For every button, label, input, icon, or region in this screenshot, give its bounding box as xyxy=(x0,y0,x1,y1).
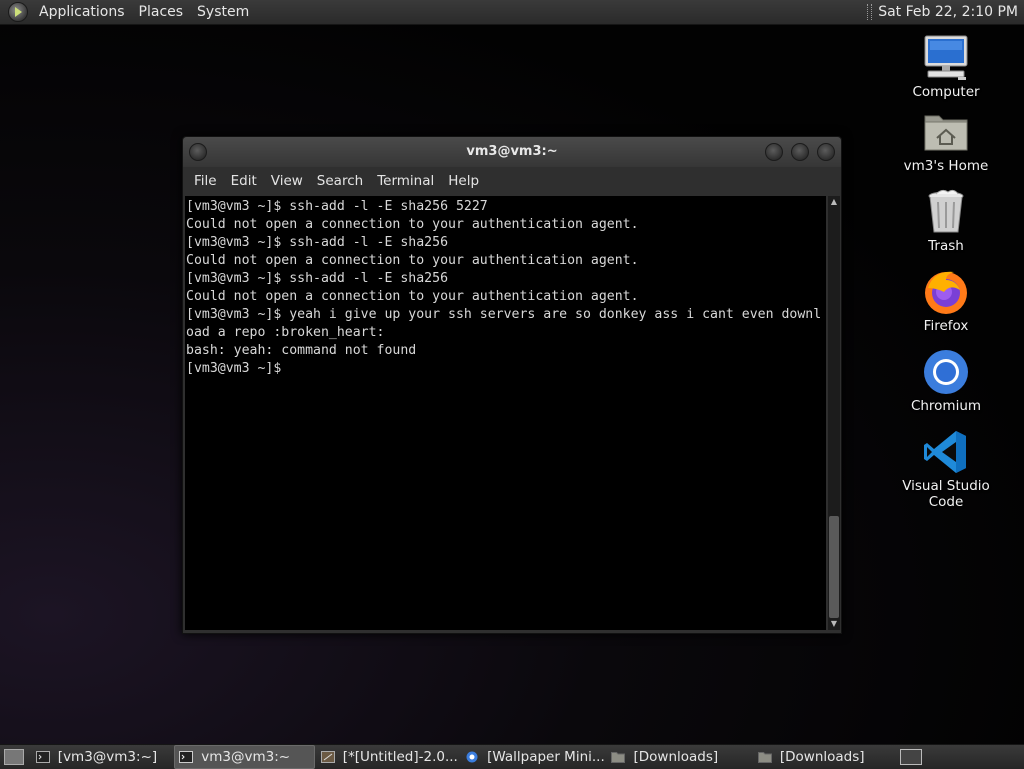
desktop-icon-label: Chromium xyxy=(910,398,982,414)
taskbar-item-label: [Downloads] xyxy=(633,749,719,765)
top-panel: Applications Places System Sat Feb 22, 2… xyxy=(0,0,1024,25)
close-button[interactable] xyxy=(817,143,835,161)
terminal-scrollbar[interactable]: ▲ ▼ xyxy=(828,196,840,630)
desktop-icon-home[interactable]: vm3's Home xyxy=(886,108,1006,174)
distro-logo-icon[interactable] xyxy=(8,2,28,22)
menu-help[interactable]: Help xyxy=(441,173,486,189)
firefox-icon xyxy=(922,268,970,316)
bottom-taskbar: [vm3@vm3:~] vm3@vm3:~ [*[Untitled]-2.0..… xyxy=(0,744,1024,769)
scrollbar-thumb[interactable] xyxy=(829,516,839,618)
taskbar-item-label: [*[Untitled]-2.0... xyxy=(342,749,458,765)
terminal-line: Could not open a connection to your auth… xyxy=(186,217,639,232)
desktop-icon-label: Trash xyxy=(928,238,964,254)
maximize-button[interactable] xyxy=(791,143,809,161)
terminal-line: bash: yeah: command not found xyxy=(186,343,417,358)
tray-separator-icon xyxy=(867,4,873,20)
menu-search[interactable]: Search xyxy=(310,173,370,189)
taskbar-item-label: [Downloads] xyxy=(779,749,865,765)
home-folder-icon xyxy=(922,108,970,156)
scroll-down-icon[interactable]: ▼ xyxy=(828,618,840,630)
folder-icon xyxy=(611,752,626,763)
system-menu[interactable]: System xyxy=(190,0,256,24)
window-title: vm3@vm3:~ xyxy=(466,144,558,159)
taskbar-item-label: vm3@vm3:~ xyxy=(201,749,291,765)
terminal-line: [vm3@vm3 ~]$ yeah i give up your ssh ser… xyxy=(186,307,822,322)
show-desktop-icon[interactable] xyxy=(4,749,24,765)
terminal-line: [vm3@vm3 ~]$ ssh-add -l -E sha256 xyxy=(186,271,449,286)
desktop-icon-label: Computer xyxy=(912,84,980,100)
terminal-text: [vm3@vm3 ~]$ ssh-add -l -E sha256 5227 C… xyxy=(185,196,826,378)
taskbar-item-downloads-1[interactable]: [Downloads] xyxy=(607,746,751,768)
desktop-icon-computer[interactable]: Computer xyxy=(886,34,1006,100)
taskbar-item-terminal-2[interactable]: vm3@vm3:~ xyxy=(174,745,315,769)
clock-area[interactable]: Sat Feb 22, 2:10 PM xyxy=(867,4,1024,20)
menu-terminal[interactable]: Terminal xyxy=(370,173,441,189)
taskbar-item-downloads-2[interactable]: [Downloads] xyxy=(754,746,898,768)
chromium-icon xyxy=(922,348,970,396)
taskbar-item-terminal-1[interactable]: [vm3@vm3:~] xyxy=(32,746,172,768)
vscode-icon xyxy=(922,428,970,476)
terminal-line: Could not open a connection to your auth… xyxy=(186,289,639,304)
desktop-icon-vscode[interactable]: Visual Studio Code xyxy=(886,428,1006,510)
scroll-up-icon[interactable]: ▲ xyxy=(828,196,840,208)
taskbar-item-label: [Wallpaper Mini... xyxy=(487,749,605,765)
applications-menu[interactable]: Applications xyxy=(32,0,132,24)
taskbar-item-gimp[interactable]: [*[Untitled]-2.0... xyxy=(317,746,459,768)
terminal-prompt-line: [vm3@vm3 ~]$ xyxy=(186,361,290,376)
desktop-icon-label: Firefox xyxy=(923,318,969,334)
window-titlebar[interactable]: vm3@vm3:~ xyxy=(183,137,841,167)
terminal-line: Could not open a connection to your auth… xyxy=(186,253,639,268)
menu-file[interactable]: File xyxy=(187,173,224,189)
terminal-line: [vm3@vm3 ~]$ ssh-add -l -E sha256 5227 xyxy=(186,199,488,214)
taskbar-item-chromium[interactable]: [Wallpaper Mini... xyxy=(461,746,605,768)
desktop-icon-firefox[interactable]: Firefox xyxy=(886,268,1006,334)
desktop-icon-label: Visual Studio Code xyxy=(902,478,990,510)
chromium-icon xyxy=(466,751,478,763)
menu-edit[interactable]: Edit xyxy=(224,173,264,189)
menu-view[interactable]: View xyxy=(264,173,310,189)
clock[interactable]: Sat Feb 22, 2:10 PM xyxy=(878,4,1018,20)
workspace-switcher-icon[interactable] xyxy=(900,749,923,765)
terminal-output[interactable]: [vm3@vm3 ~]$ ssh-add -l -E sha256 5227 C… xyxy=(185,196,826,630)
minimize-button[interactable] xyxy=(765,143,783,161)
terminal-icon xyxy=(179,751,194,763)
places-menu[interactable]: Places xyxy=(132,0,191,24)
folder-icon xyxy=(757,752,772,763)
terminal-window[interactable]: vm3@vm3:~ File Edit View Search Terminal… xyxy=(182,136,842,634)
computer-icon xyxy=(922,34,970,82)
terminal-icon xyxy=(35,751,50,763)
terminal-line: oad a repo :broken_heart: xyxy=(186,325,385,340)
gimp-icon xyxy=(320,751,335,763)
trash-icon xyxy=(922,188,970,236)
taskbar-item-label: [vm3@vm3:~] xyxy=(57,749,158,765)
desktop-icon-chromium[interactable]: Chromium xyxy=(886,348,1006,414)
desktop-icon-label: vm3's Home xyxy=(903,158,989,174)
terminal-line: [vm3@vm3 ~]$ ssh-add -l -E sha256 xyxy=(186,235,449,250)
terminal-menubar: File Edit View Search Terminal Help xyxy=(183,167,841,195)
desktop-icon-trash[interactable]: Trash xyxy=(886,188,1006,254)
